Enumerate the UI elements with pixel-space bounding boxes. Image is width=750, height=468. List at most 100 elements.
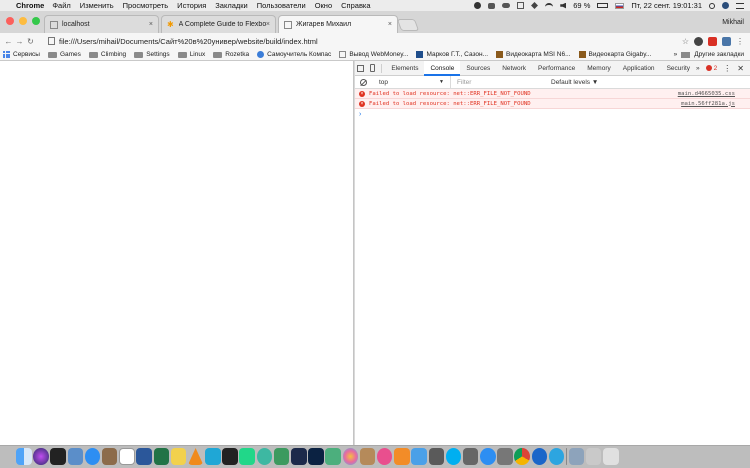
bookmark-folder-rozetka[interactable]: Rozetka xyxy=(213,51,249,58)
chat-icon[interactable] xyxy=(488,2,496,9)
itunes-icon[interactable] xyxy=(376,448,393,465)
dropbox-icon[interactable] xyxy=(531,2,539,9)
menu-history[interactable]: История xyxy=(177,1,206,10)
app-store-icon[interactable] xyxy=(84,448,101,465)
word-icon[interactable] xyxy=(136,448,152,465)
filter-input[interactable]: Filter xyxy=(457,76,545,89)
extension-g-icon[interactable] xyxy=(694,36,703,46)
close-tab-icon[interactable]: × xyxy=(388,21,392,28)
cloud-icon[interactable] xyxy=(502,3,511,8)
menu-bookmarks[interactable]: Закладки xyxy=(215,1,247,10)
menu-window[interactable]: Окно xyxy=(315,1,332,10)
bookmark-apps[interactable]: Сервисы xyxy=(0,51,40,58)
ibooks-icon[interactable] xyxy=(394,448,410,465)
safari-icon[interactable] xyxy=(480,448,496,465)
menu-app-name[interactable]: Chrome xyxy=(16,1,44,10)
1password-icon[interactable] xyxy=(531,448,548,465)
bookmark-msi[interactable]: Видеокарта MSI N6... xyxy=(496,51,571,58)
address-url[interactable]: file:///Users/mihail/Documents/Сайт%20в%… xyxy=(59,37,318,46)
tab-elements[interactable]: Elements xyxy=(385,61,424,76)
siri-icon[interactable] xyxy=(33,448,49,465)
mail-icon[interactable] xyxy=(411,448,427,465)
bookmark-folder-climbing[interactable]: Climbing xyxy=(88,51,126,58)
inspect-element-icon[interactable] xyxy=(355,61,367,76)
battery-icon[interactable] xyxy=(597,3,609,8)
console-prompt[interactable]: › xyxy=(355,109,750,119)
console-source-link[interactable]: main.d4665035.css xyxy=(678,91,750,97)
calendar-icon[interactable] xyxy=(119,448,135,465)
maximize-window-button[interactable] xyxy=(32,17,40,25)
menu-edit[interactable]: Изменить xyxy=(80,1,114,10)
chrome-icon[interactable] xyxy=(514,448,530,465)
tab-flexbox-guide[interactable]: ✱ A Complete Guide to Flexbox × xyxy=(161,15,276,33)
bookmark-webmoney[interactable]: Вывод WebMoney... xyxy=(339,51,408,58)
close-window-button[interactable] xyxy=(6,17,14,25)
menu-help[interactable]: Справка xyxy=(341,1,370,10)
error-counter[interactable]: 2 xyxy=(705,65,717,72)
tab-zhigarev[interactable]: Жигарев Михаил × xyxy=(278,15,398,33)
clock-label[interactable]: Пт, 22 сент. 19:01:31 xyxy=(631,1,702,10)
menu-dots-icon[interactable]: ⋮ xyxy=(736,37,744,46)
device-toolbar-icon[interactable] xyxy=(367,61,379,76)
new-tab-button[interactable] xyxy=(396,19,420,31)
extension-vk-icon[interactable] xyxy=(722,36,731,46)
bookmark-folder-linux[interactable]: Linux xyxy=(177,51,205,58)
pycharm-icon[interactable] xyxy=(239,448,255,465)
terminal-icon[interactable] xyxy=(50,448,66,465)
menu-file[interactable]: Файл xyxy=(52,1,70,10)
tab-security[interactable]: Security xyxy=(661,61,696,76)
bookmark-kompas[interactable]: Самоучитель Компас xyxy=(257,51,331,58)
profile-name[interactable]: Mikhail xyxy=(722,19,744,26)
tab-console[interactable]: Console xyxy=(424,60,461,76)
battery-label[interactable]: 69 % xyxy=(573,1,590,10)
tab-memory[interactable]: Memory xyxy=(581,61,616,76)
wifi-icon[interactable] xyxy=(545,3,554,8)
search-icon[interactable] xyxy=(709,2,715,9)
menu-users[interactable]: Пользователи xyxy=(257,1,306,10)
menu-view[interactable]: Просмотреть xyxy=(123,1,169,10)
close-devtools-icon[interactable]: ✕ xyxy=(737,64,744,73)
bookmark-markov[interactable]: Марков Г.Т., Сазон... xyxy=(416,51,488,58)
notes-icon[interactable] xyxy=(170,448,187,465)
flag-icon[interactable] xyxy=(615,2,625,9)
close-tab-icon[interactable]: × xyxy=(149,21,153,28)
skype-icon[interactable] xyxy=(474,2,482,9)
excel-icon[interactable] xyxy=(153,448,169,465)
minimize-window-button[interactable] xyxy=(19,17,27,25)
volume-icon[interactable] xyxy=(560,2,567,9)
page-viewport[interactable] xyxy=(0,61,354,445)
xcode-icon[interactable] xyxy=(67,448,84,465)
photos-icon[interactable] xyxy=(342,448,359,465)
bookmark-folder-games[interactable]: Games xyxy=(47,51,81,58)
clear-console-icon[interactable] xyxy=(360,78,367,86)
vmware-icon[interactable] xyxy=(428,448,444,465)
finder-icon[interactable] xyxy=(16,448,32,465)
contacts-icon[interactable] xyxy=(359,448,376,465)
log-levels-dropdown[interactable]: Default levels ▼ xyxy=(551,79,598,86)
scripts-icon[interactable] xyxy=(497,448,513,465)
photoshop-icon[interactable] xyxy=(308,448,324,465)
maps-icon[interactable] xyxy=(325,448,341,465)
trash-icon[interactable] xyxy=(603,448,619,465)
devtools-menu-icon[interactable]: ⋮ xyxy=(723,64,731,73)
webstorm-icon[interactable] xyxy=(205,448,221,465)
forward-icon[interactable]: → xyxy=(14,37,25,46)
reload-icon[interactable]: ↻ xyxy=(25,37,36,46)
tab-application[interactable]: Application xyxy=(617,61,661,76)
bookmark-gigabyte[interactable]: Видеокарта Gigaby... xyxy=(578,51,651,58)
preview-icon[interactable] xyxy=(101,448,118,465)
back-icon[interactable]: ← xyxy=(3,37,14,46)
tab-localhost[interactable]: localhost × xyxy=(44,15,159,33)
extension-abp-icon[interactable] xyxy=(708,36,717,46)
user-avatar-icon[interactable] xyxy=(722,2,729,9)
activity-icon[interactable] xyxy=(517,2,525,9)
sketch-icon[interactable] xyxy=(291,448,307,465)
rider-icon[interactable] xyxy=(256,448,273,465)
downloads-icon[interactable] xyxy=(568,448,585,465)
vlc-icon[interactable] xyxy=(187,448,204,465)
more-tabs-button[interactable]: » xyxy=(696,65,700,72)
dictionary-icon[interactable] xyxy=(462,448,479,465)
address-bar[interactable]: file:///Users/mihail/Documents/Сайт%20в%… xyxy=(48,37,318,46)
context-selector[interactable]: top ▼ xyxy=(379,75,451,89)
documents-icon[interactable] xyxy=(585,448,602,465)
